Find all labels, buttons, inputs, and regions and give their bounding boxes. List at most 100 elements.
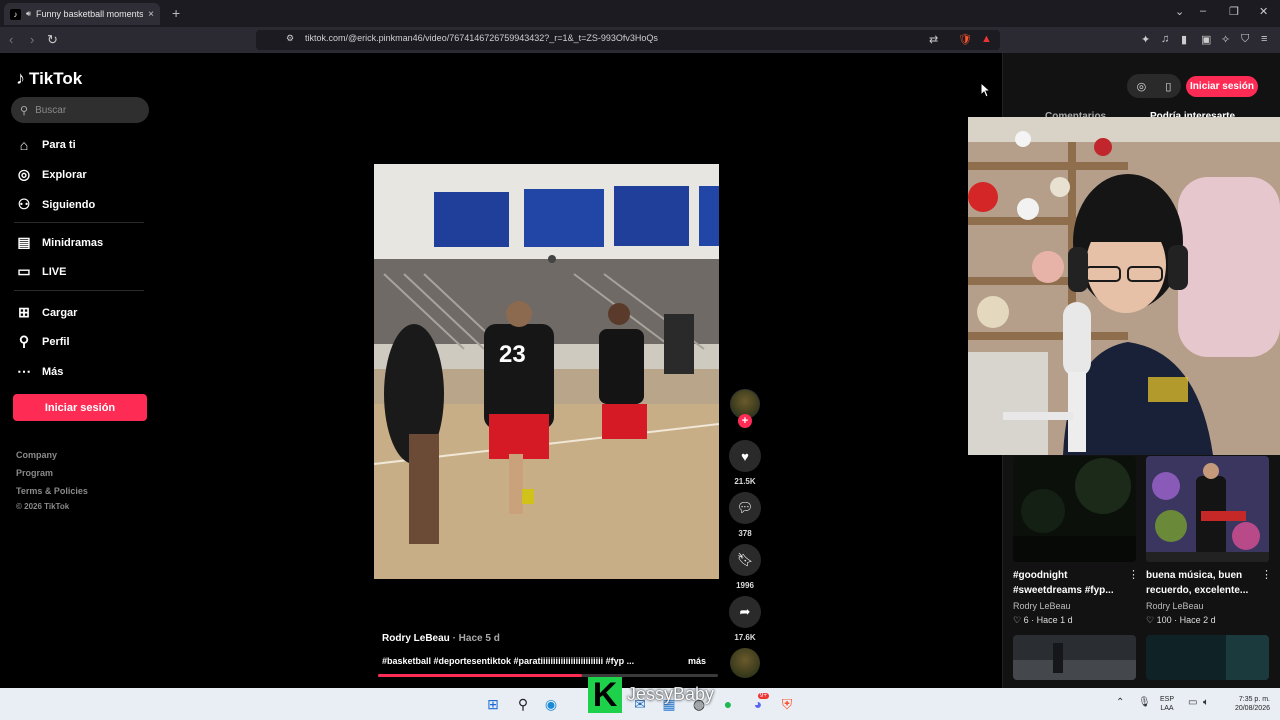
vpn-icon[interactable]: ⛉ (1241, 33, 1249, 46)
sidebar-item-label: LIVE (42, 265, 67, 278)
bookmark-icon: 🔖︎ (736, 552, 754, 567)
suggested-likes: 100 (1156, 615, 1172, 625)
sidebar-divider (14, 290, 144, 291)
reload-icon[interactable]: ↻ (47, 32, 58, 48)
logo-text: TikTok (29, 68, 83, 88)
translate-icon[interactable]: ⇄ (929, 33, 938, 46)
profile-icon: ⚲ (18, 333, 30, 349)
extensions-icon[interactable]: ✦ (1141, 33, 1150, 46)
tray-chevron-icon[interactable]: ⌃ (1116, 697, 1124, 708)
jersey-number: 23 (499, 341, 526, 368)
sidebar-item-live[interactable]: ▭ LIVE (16, 263, 66, 280)
brave-taskbar-icon[interactable]: ⛨ (777, 694, 797, 714)
sidebar-item-para-ti[interactable]: ⌂ Para ti (16, 137, 76, 153)
suggested-title[interactable]: #goodnight #sweetdreams #fyp... (1013, 568, 1128, 598)
browser-tab-bar: ♪ 🔊︎ Funny basketball moments c × + ⌄ – … (0, 0, 1280, 27)
sound-disc-avatar[interactable] (730, 648, 760, 678)
card-more-icon[interactable]: ⋮ (1261, 568, 1272, 581)
brave-rewards-icon[interactable]: ▲ (981, 33, 992, 45)
sidebar-toggle-icon[interactable]: ▮ (1181, 33, 1187, 46)
caption-more-link[interactable]: más (688, 656, 706, 666)
taskbar-search-icon[interactable]: ⚲ (513, 694, 533, 714)
header-icon-group: ◎ ▯ (1127, 74, 1181, 98)
search-icon: ⚲ (20, 104, 29, 117)
clock[interactable]: 7:35 p. m. 20/08/2026 (1222, 695, 1270, 713)
volume-icon[interactable]: 🔈︎ (1203, 697, 1209, 708)
login-button[interactable]: Iniciar sesión (13, 394, 147, 421)
suggested-author[interactable]: Rodry LeBeau (1013, 601, 1071, 611)
audio-playing-icon[interactable]: 🔊︎ (26, 9, 31, 19)
language-indicator[interactable]: ESP LAA (1156, 695, 1178, 713)
suggested-title[interactable]: buena música, buen recuerdo, excelente..… (1146, 568, 1261, 598)
minimize-button[interactable]: – (1200, 5, 1206, 17)
sidebar-item-perfil[interactable]: ⚲ Perfil (16, 333, 70, 350)
tiktok-logo[interactable]: ♪ TikTok (16, 68, 82, 89)
heart-icon: ♥ (741, 448, 749, 464)
close-window-button[interactable]: ✕ (1259, 5, 1268, 18)
spotify-icon[interactable]: ● (718, 694, 738, 714)
menu-icon[interactable]: ≡ (1261, 33, 1267, 45)
footer-link-program[interactable]: Program (16, 468, 53, 478)
search-placeholder: Buscar (35, 104, 67, 116)
sidebar-item-mas[interactable]: ⋯ Más (16, 363, 63, 380)
tab-list-icon[interactable]: ⌄ (1175, 5, 1184, 18)
webcam-feed (968, 117, 1280, 455)
network-icon[interactable]: ▭ (1188, 697, 1197, 708)
site-info-icon[interactable]: ⚙ (286, 33, 294, 44)
card-more-icon[interactable]: ⋮ (1128, 568, 1139, 581)
search-input[interactable]: ⚲ Buscar (11, 97, 149, 123)
wallet-icon[interactable]: ▣ (1201, 33, 1211, 46)
save-button[interactable]: 🔖︎ (729, 544, 761, 576)
footer-link-company[interactable]: Company (16, 450, 57, 460)
edge-icon[interactable]: ◉ (541, 694, 561, 714)
leo-ai-icon[interactable]: ✧ (1221, 33, 1230, 46)
footer-link-terms[interactable]: Terms & Policies (16, 486, 88, 496)
like-button[interactable]: ♥ (729, 440, 761, 472)
url-text[interactable]: tiktok.com/@erick.pinkman46/video/767414… (305, 33, 658, 43)
brave-shields-icon[interactable]: 🛡︎ (958, 33, 972, 46)
video-progress-bar[interactable] (378, 674, 718, 677)
sidebar-item-cargar[interactable]: ⊞ Cargar (16, 304, 77, 321)
explore-compass-icon[interactable]: ◎ (1137, 80, 1147, 93)
lang-bottom: LAA (1160, 705, 1174, 712)
suggested-thumbnail[interactable] (1013, 635, 1136, 680)
sidebar-item-label: Para ti (42, 139, 76, 151)
maximize-button[interactable]: ❐ (1229, 5, 1239, 18)
posted-time: · Hace 5 d (449, 633, 500, 644)
sidebar-item-label: Cargar (42, 306, 78, 319)
forward-icon[interactable]: › (30, 32, 34, 47)
video-author[interactable]: Rodry LeBeau · Hace 5 d (382, 633, 500, 644)
share-button[interactable]: ➦ (729, 596, 761, 628)
new-tab-button[interactable]: + (172, 5, 180, 21)
suggested-thumbnail[interactable] (1013, 456, 1136, 562)
follow-plus-icon[interactable]: + (738, 414, 752, 428)
windows-start-icon[interactable]: ⊞ (483, 694, 503, 714)
back-icon[interactable]: ‹ (9, 32, 13, 47)
microphone-icon[interactable]: 🎙︎ (1138, 697, 1151, 708)
suggested-time: Hace 2 d (1179, 615, 1216, 625)
comment-button[interactable]: 💬︎ (729, 492, 761, 524)
suggested-thumbnail[interactable] (1146, 635, 1269, 680)
kick-logo: K (588, 676, 622, 714)
sidebar-item-label: Perfil (42, 335, 70, 348)
concert-thumbnail (1146, 456, 1269, 562)
sidebar-item-minidramas[interactable]: ▤ Minidramas (16, 234, 103, 251)
device-icon[interactable]: ▯ (1165, 80, 1171, 93)
rain-scene-thumbnail (1013, 635, 1136, 680)
tab-title: Funny basketball moments c (36, 9, 144, 19)
home-icon: ⌂ (19, 137, 29, 153)
suggested-thumbnail[interactable] (1146, 456, 1269, 562)
browser-tab[interactable]: ♪ 🔊︎ Funny basketball moments c × (4, 3, 160, 25)
header-login-button[interactable]: Iniciar sesión (1186, 76, 1258, 97)
music-icon[interactable]: ♫ (1161, 33, 1169, 45)
video-player[interactable]: 23 (374, 164, 719, 579)
suggested-author[interactable]: Rodry LeBeau (1146, 601, 1204, 611)
tab-close-icon[interactable]: × (148, 9, 154, 20)
video-caption: #basketball #deportesentiktok #paratiiii… (382, 656, 635, 666)
sidebar-item-siguiendo[interactable]: ⚇ Siguiendo (16, 196, 95, 213)
author-name[interactable]: Rodry LeBeau (382, 633, 450, 644)
lang-top: ESP (1159, 696, 1174, 703)
clock-time: 7:35 p. m. (1238, 696, 1270, 703)
live-icon: ▭ (17, 263, 31, 279)
sidebar-item-explorar[interactable]: ◎ Explorar (16, 166, 87, 183)
